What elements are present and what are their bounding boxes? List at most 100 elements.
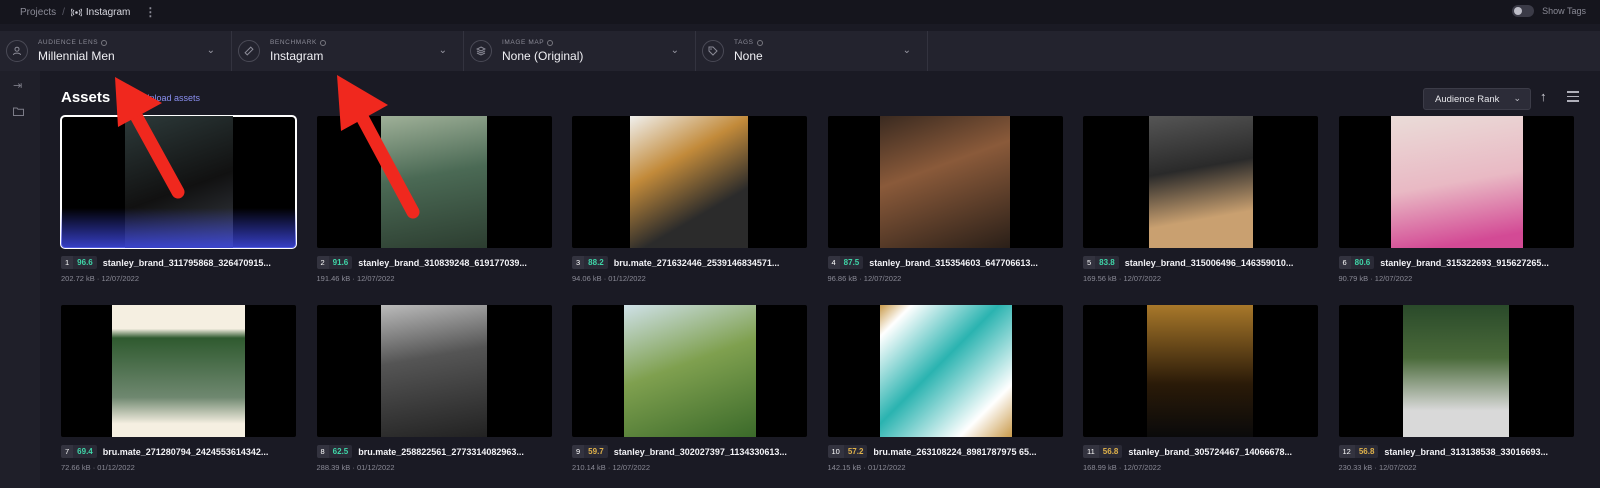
asset-filename: bru.mate_258822561_2773314082963... [358, 446, 524, 457]
asset-card[interactable]: 2 91.6 stanley_brand_310839248_619177039..… [316, 116, 552, 283]
asset-filename: stanley_brand_315322693_915627265... [1380, 257, 1549, 268]
sort-direction-icon[interactable]: ↑ [1540, 89, 1547, 104]
more-options-icon[interactable]: ⋮ [144, 5, 156, 19]
asset-thumbnail[interactable] [827, 116, 1063, 248]
info-icon [101, 39, 108, 46]
asset-thumbnail[interactable] [316, 305, 552, 437]
asset-card[interactable]: 8 62.5 bru.mate_258822561_2773314082963...… [316, 305, 552, 472]
asset-meta: 3 88.2 bru.mate_271632446_2539146834571... [572, 256, 807, 269]
info-icon [319, 39, 326, 46]
detail-separator: · [350, 274, 357, 283]
asset-thumbnail[interactable] [827, 305, 1063, 437]
asset-thumbnail[interactable] [1338, 305, 1574, 437]
asset-image [380, 305, 487, 437]
asset-filename: bru.mate_263108224_8981787975 65... [873, 446, 1037, 457]
asset-card[interactable]: 3 88.2 bru.mate_271632446_2539146834571...… [572, 116, 807, 283]
list-view-icon[interactable] [1567, 91, 1579, 105]
asset-filename: stanley_brand_313138538_33016693... [1384, 446, 1549, 457]
asset-filename: bru.mate_271632446_2539146834571... [613, 257, 780, 268]
asset-filename: stanley_brand_310839248_619177039... [358, 257, 527, 268]
broadcast-icon [70, 7, 82, 17]
chevron-down-icon: ⌄ [902, 45, 911, 56]
asset-card[interactable]: 5 83.8 stanley_brand_315006496_146359010..… [1083, 116, 1318, 283]
filter-tags[interactable]: TAGS None ⌄ [696, 31, 928, 71]
detail-separator: · [857, 274, 864, 283]
filter-benchmark[interactable]: BENCHMARK Instagram ⌄ [232, 31, 464, 71]
detail-separator: · [1368, 274, 1375, 283]
asset-image [1390, 116, 1523, 248]
top-bar: Projects / Instagram ⋮ Show Tags [0, 0, 1600, 24]
asset-card[interactable]: 9 59.7 stanley_brand_302027397_1134330613.… [572, 305, 807, 472]
chevron-down-icon: ⌄ [206, 45, 215, 56]
asset-image [879, 116, 1010, 248]
asset-card[interactable]: 4 87.5 stanley_brand_315354603_647706613..… [827, 116, 1063, 283]
filter-label-text: AUDIENCE LENS [38, 39, 99, 46]
asset-card[interactable]: 7 69.4 bru.mate_271280794_2424553614342...… [61, 305, 296, 472]
breadcrumb-projects[interactable]: Projects [20, 7, 56, 18]
asset-size: 202.72 kB [61, 274, 95, 283]
asset-card[interactable]: 12 56.8 stanley_brand_313138538_33016693..… [1338, 305, 1574, 472]
asset-thumbnail[interactable] [1083, 305, 1318, 437]
asset-image [380, 116, 487, 248]
asset-details: 191.46 kB · 12/07/2022 [317, 274, 552, 283]
assets-title: Assets [61, 89, 111, 106]
score-badge: 69.4 [73, 445, 97, 458]
rank-badge: 5 [1083, 256, 1096, 269]
asset-details: 142.15 kB · 01/12/2022 [828, 463, 1063, 472]
asset-filename: bru.mate_271280794_2424553614342... [102, 446, 269, 457]
breadcrumb-separator: / [62, 6, 65, 18]
filter-bar: AUDIENCE LENS Millennial Men ⌄ BENCHMARK… [0, 31, 1600, 71]
asset-size: 142.15 kB [827, 463, 862, 472]
chevron-down-icon: ⌄ [438, 45, 447, 56]
asset-thumbnail[interactable] [1338, 116, 1574, 248]
asset-image [1402, 305, 1509, 437]
asset-details: 210.14 kB · 12/07/2022 [572, 463, 807, 472]
asset-thumbnail[interactable] [1083, 116, 1318, 248]
asset-card[interactable]: 10 57.2 bru.mate_263108224_8981787975 65..… [827, 305, 1063, 472]
asset-date: 12/07/2022 [101, 274, 139, 283]
filter-audience-lens[interactable]: AUDIENCE LENS Millennial Men ⌄ [0, 31, 232, 71]
filter-value: None [734, 49, 763, 63]
show-tags-toggle[interactable] [1512, 5, 1535, 17]
asset-size: 168.99 kB [1083, 463, 1117, 472]
asset-date: 12/07/2022 [1123, 463, 1161, 472]
filter-image-map[interactable]: IMAGE MAP None (Original) ⌄ [464, 31, 696, 71]
asset-card[interactable]: 1 96.6 stanley_brand_311795868_326470915..… [60, 115, 297, 283]
asset-thumbnail[interactable] [61, 305, 296, 437]
asset-card[interactable]: 6 80.6 stanley_brand_315322693_915627265..… [1338, 116, 1574, 283]
upload-assets-link[interactable]: Upload assets [143, 93, 200, 103]
asset-card[interactable]: 11 56.8 stanley_brand_305724467_14066678..… [1083, 305, 1318, 472]
asset-image [112, 305, 245, 437]
rank-badge: 7 [61, 445, 74, 458]
asset-date: 01/12/2022 [867, 463, 906, 472]
score-badge: 59.7 [584, 445, 608, 458]
asset-image [630, 116, 748, 248]
sort-select[interactable]: Audience Rank ⌄ [1423, 88, 1531, 110]
asset-thumbnail[interactable] [572, 305, 807, 437]
detail-separator: · [861, 463, 868, 472]
folder-icon[interactable] [13, 107, 24, 119]
score-badge: 56.8 [1354, 445, 1379, 458]
filter-label: TAGS [734, 39, 763, 46]
asset-meta: 10 57.2 bru.mate_263108224_8981787975 65..… [827, 445, 1063, 458]
asset-meta: 12 56.8 stanley_brand_313138538_33016693..… [1338, 445, 1574, 458]
asset-meta: 9 59.7 stanley_brand_302027397_1134330613.… [572, 445, 807, 458]
asset-details: 90.79 kB · 12/07/2022 [1339, 274, 1574, 283]
detail-separator: · [350, 463, 357, 472]
rank-badge: 10 [827, 445, 844, 458]
rank-badge: 4 [827, 256, 840, 269]
asset-size: 90.79 kB [1338, 274, 1369, 283]
left-rail: ⇥ [0, 71, 40, 488]
asset-thumbnail[interactable] [60, 115, 297, 249]
asset-details: 96.86 kB · 12/07/2022 [828, 274, 1063, 283]
rank-badge: 9 [572, 445, 585, 458]
asset-date: 01/12/2022 [97, 463, 135, 472]
filter-text: IMAGE MAP None (Original) [502, 39, 583, 63]
asset-thumbnail[interactable] [316, 116, 552, 248]
asset-meta: 1 96.6 stanley_brand_311795868_326470915..… [61, 256, 296, 269]
show-tags-control: Show Tags [1512, 5, 1586, 17]
expand-sidebar-icon[interactable]: ⇥ [13, 79, 22, 92]
asset-thumbnail[interactable] [572, 116, 807, 248]
asset-details: 72.66 kB · 01/12/2022 [61, 463, 296, 472]
asset-filename: stanley_brand_305724467_14066678... [1128, 446, 1293, 457]
